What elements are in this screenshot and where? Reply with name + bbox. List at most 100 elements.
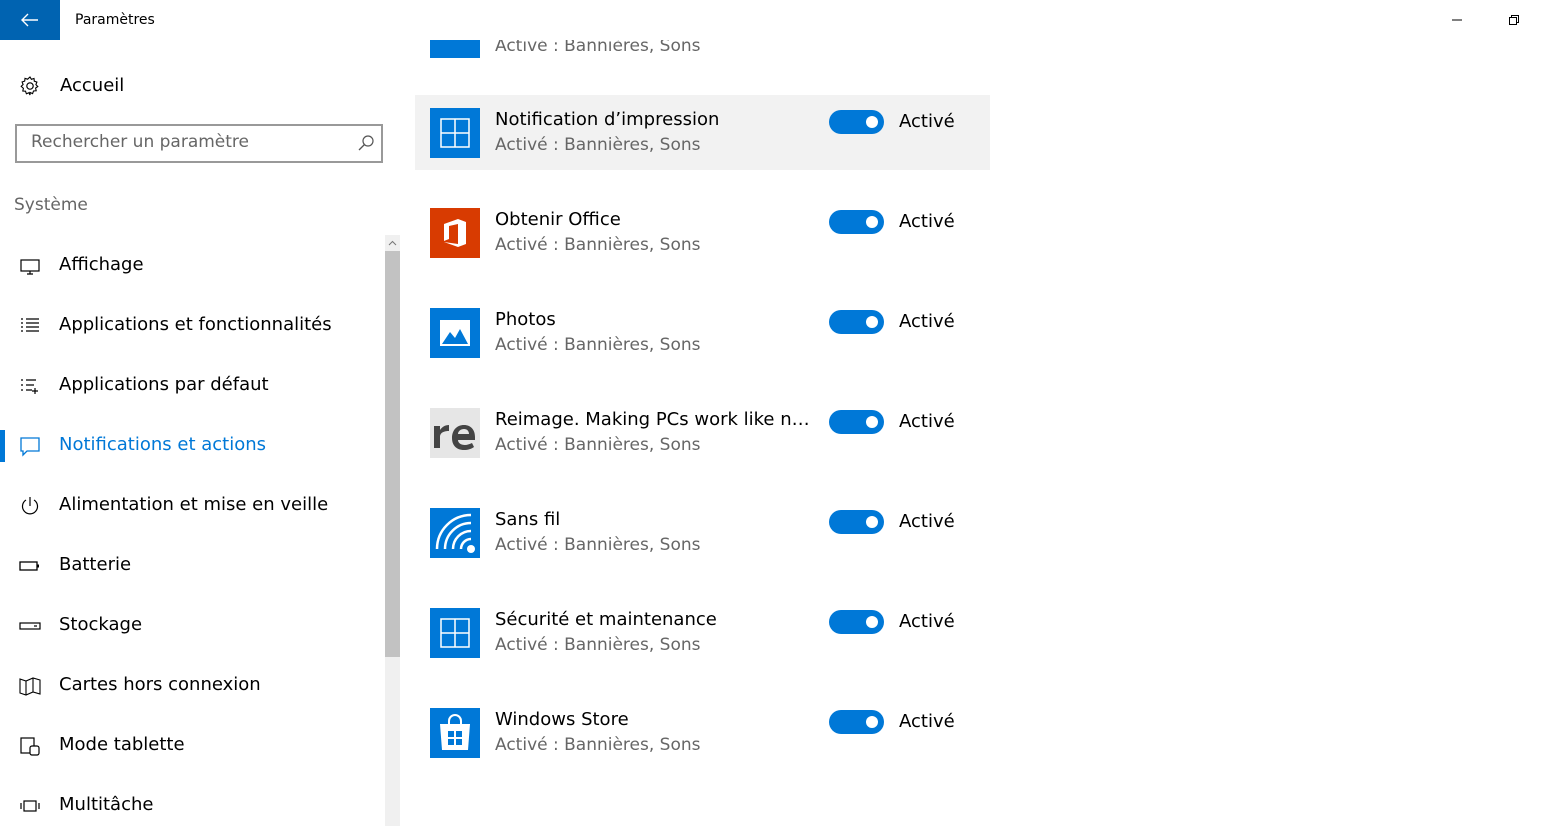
app-subtitle: Activé : Bannières, Sons xyxy=(495,635,701,655)
sidebar-item-label: Stockage xyxy=(59,614,143,635)
minimize-button[interactable] xyxy=(1445,8,1469,32)
sidebar-item-label: Batterie xyxy=(59,554,132,575)
toggle-state-label: Activé xyxy=(899,711,955,732)
tablet-mode-icon xyxy=(20,737,40,756)
app-row-reimage[interactable]: Reimage. Making PCs work like new,... Ac… xyxy=(415,395,990,470)
home-label: Accueil xyxy=(60,75,125,96)
apps-list-icon xyxy=(21,318,39,332)
notification-toggle[interactable] xyxy=(829,310,884,334)
back-button[interactable] xyxy=(0,0,60,40)
sidebar-item-tablet-mode[interactable]: Mode tablette xyxy=(0,726,385,766)
security-maintenance-icon xyxy=(430,608,480,658)
sidebar-item-power[interactable]: Alimentation et mise en veille xyxy=(0,486,385,526)
notification-toggle[interactable] xyxy=(829,110,884,134)
app-subtitle: Activé : Bannières, Sons xyxy=(495,235,701,255)
toggle-knob xyxy=(866,216,878,228)
scroll-up-arrow-icon[interactable] xyxy=(386,237,399,249)
app-row-wireless[interactable]: Sans fil Activé : Bannières, Sons Activé xyxy=(415,495,990,570)
back-arrow-icon xyxy=(21,13,38,27)
toggle-knob xyxy=(866,516,878,528)
app-row-security-maintenance[interactable]: Sécurité et maintenance Activé : Bannièr… xyxy=(415,595,990,670)
sidebar-item-applications[interactable]: Applications et fonctionnalités xyxy=(0,306,385,346)
search-icon[interactable] xyxy=(357,134,375,152)
multitask-icon xyxy=(20,800,40,812)
minimize-icon xyxy=(1452,19,1462,21)
toggle-state-label: Activé xyxy=(899,511,955,532)
home-link[interactable]: Accueil xyxy=(0,70,385,102)
notification-icon xyxy=(20,437,40,457)
toggle-knob xyxy=(866,316,878,328)
storage-icon xyxy=(19,622,41,630)
sidebar-item-affichage[interactable]: Affichage xyxy=(0,246,385,286)
app-subtitle: Activé : Bannières, Sons xyxy=(495,335,701,355)
sidebar-item-label: Cartes hors connexion xyxy=(59,674,261,695)
power-icon xyxy=(21,497,39,515)
toggle-knob xyxy=(866,716,878,728)
reimage-icon xyxy=(430,408,480,458)
app-row-windows-store[interactable]: Windows Store Activé : Bannières, Sons A… xyxy=(415,695,990,770)
toggle-state-label: Activé xyxy=(899,211,955,232)
app-row-get-office[interactable]: Obtenir Office Activé : Bannières, Sons … xyxy=(415,195,990,270)
search-input[interactable] xyxy=(31,132,351,152)
sidebar: Accueil Système Affichage Applications e… xyxy=(0,40,400,826)
window-title: Paramètres xyxy=(75,12,155,28)
sidebar-item-label: Mode tablette xyxy=(59,734,185,755)
notification-toggle[interactable] xyxy=(829,710,884,734)
notification-toggle[interactable] xyxy=(829,510,884,534)
office-icon xyxy=(430,208,480,258)
sidebar-item-battery[interactable]: Batterie xyxy=(0,546,385,586)
sidebar-item-label: Alimentation et mise en veille xyxy=(59,494,329,515)
notification-toggle[interactable] xyxy=(829,610,884,634)
app-name: Obtenir Office xyxy=(495,209,621,230)
print-notification-icon xyxy=(430,108,480,158)
sidebar-scrollbar-thumb[interactable] xyxy=(385,251,400,657)
restore-icon xyxy=(1509,15,1519,25)
app-name: Sans fil xyxy=(495,509,561,530)
app-name: Windows Store xyxy=(495,709,629,730)
app-row-photos[interactable]: Photos Activé : Bannières, Sons Activé xyxy=(415,295,990,370)
notification-toggle[interactable] xyxy=(829,410,884,434)
sidebar-item-label: Affichage xyxy=(59,254,144,275)
app-name: Notification d’impression xyxy=(495,109,720,130)
toggle-knob xyxy=(866,116,878,128)
notification-app-list: Activé : Bannières, Sons Notification d’… xyxy=(400,40,1541,826)
toggle-state-label: Activé xyxy=(899,411,955,432)
partial-app-icon xyxy=(430,40,480,58)
toggle-knob xyxy=(866,416,878,428)
toggle-state-label: Activé xyxy=(899,111,955,132)
toggle-knob xyxy=(866,616,878,628)
wireless-icon xyxy=(430,508,480,558)
app-subtitle: Activé : Bannières, Sons xyxy=(495,435,701,455)
default-apps-icon xyxy=(21,379,38,394)
app-name: Sécurité et maintenance xyxy=(495,609,717,630)
sidebar-item-multitask[interactable]: Multitâche xyxy=(0,786,385,826)
sidebar-item-label: Applications et fonctionnalités xyxy=(59,314,332,335)
app-subtitle: Activé : Bannières, Sons xyxy=(495,135,701,155)
display-icon xyxy=(20,259,40,275)
toggle-state-label: Activé xyxy=(899,311,955,332)
sidebar-item-storage[interactable]: Stockage xyxy=(0,606,385,646)
section-header: Système xyxy=(14,195,88,215)
app-subtitle: Activé : Bannières, Sons xyxy=(495,535,701,555)
app-name: Reimage. Making PCs work like new,... xyxy=(495,409,813,430)
toggle-state-label: Activé xyxy=(899,611,955,632)
map-icon xyxy=(19,677,41,696)
notification-toggle[interactable] xyxy=(829,210,884,234)
partial-app-subtitle: Activé : Bannières, Sons xyxy=(495,40,701,56)
sidebar-item-label: Multitâche xyxy=(59,794,154,815)
sidebar-item-default-apps[interactable]: Applications par défaut xyxy=(0,366,385,406)
battery-icon xyxy=(19,561,39,571)
store-icon xyxy=(430,708,480,758)
sidebar-item-offline-maps[interactable]: Cartes hors connexion xyxy=(0,666,385,706)
app-subtitle: Activé : Bannières, Sons xyxy=(495,735,701,755)
search-box[interactable] xyxy=(15,124,383,163)
sidebar-item-label: Applications par défaut xyxy=(59,374,269,395)
title-bar: Paramètres xyxy=(0,0,1541,40)
app-name: Photos xyxy=(495,309,556,330)
app-row-print-notification[interactable]: Notification d’impression Activé : Banni… xyxy=(415,95,990,170)
photos-icon xyxy=(430,308,480,358)
selection-indicator xyxy=(0,430,5,462)
sidebar-item-notifications[interactable]: Notifications et actions xyxy=(0,426,385,466)
sidebar-item-label: Notifications et actions xyxy=(59,434,267,455)
restore-button[interactable] xyxy=(1502,8,1526,32)
